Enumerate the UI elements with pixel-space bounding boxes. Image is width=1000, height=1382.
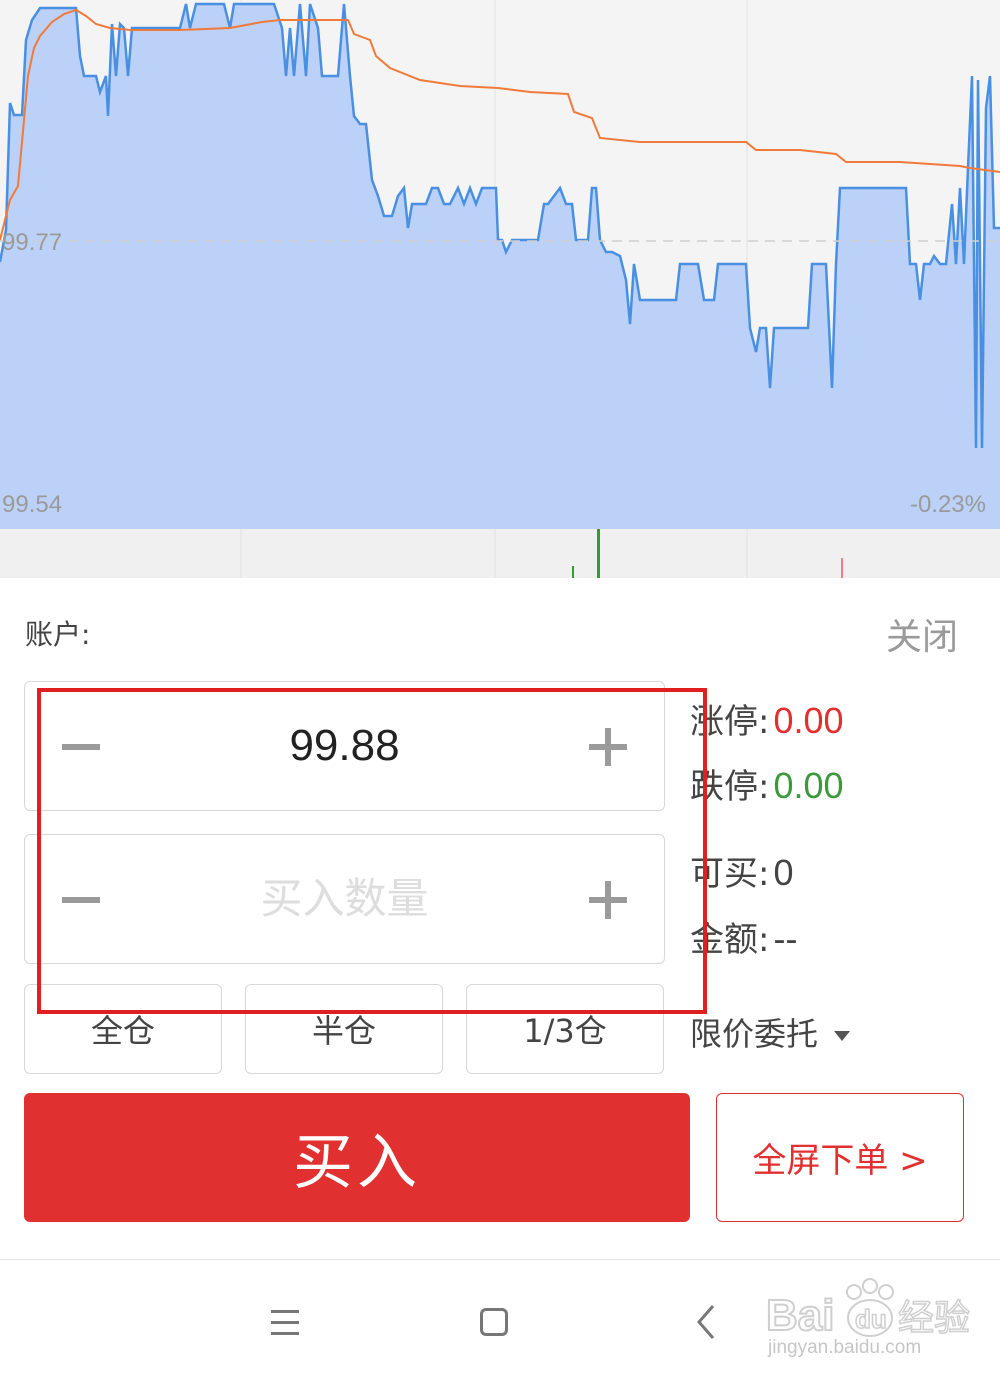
home-button[interactable]: [462, 1290, 526, 1354]
full-position-button[interactable]: 全仓: [24, 984, 222, 1074]
amount-info: 金额: --: [690, 912, 797, 961]
minus-icon: [62, 744, 100, 750]
order-type-dropdown[interactable]: 限价委托: [690, 1009, 851, 1055]
volume-pane: [0, 529, 1000, 578]
quantity-input[interactable]: [155, 835, 534, 963]
half-position-button[interactable]: 半仓: [245, 984, 443, 1074]
limit-up-label: 涨停:: [690, 702, 770, 742]
fullscreen-order-button[interactable]: 全屏下单 >: [716, 1093, 964, 1222]
quantity-decrease-button[interactable]: [45, 835, 145, 963]
nav-divider: [0, 1259, 1000, 1260]
menu-icon-line: [271, 1321, 299, 1324]
third-position-button[interactable]: 1/3仓: [466, 984, 664, 1074]
price-increase-button[interactable]: [544, 682, 644, 810]
prev-close-price-label: 99.77: [2, 229, 63, 256]
watermark-url: jingyan.baidu.com: [768, 1337, 922, 1358]
min-percent-label: -0.23%: [909, 491, 986, 518]
price-stepper: [24, 681, 665, 811]
menu-icon-line: [271, 1310, 299, 1313]
limit-down-info: 跌停: 0.00: [690, 759, 844, 808]
menu-icon-line: [271, 1332, 299, 1335]
home-icon: [480, 1308, 508, 1336]
back-icon: [697, 1305, 715, 1339]
chart-canvas: [0, 0, 1000, 578]
volume-bar: [572, 566, 574, 578]
account-label: 账户:: [25, 618, 91, 651]
intraday-chart[interactable]: 99.77 99.54 -0.23%: [0, 0, 1000, 578]
plus-icon-vertical: [605, 728, 611, 766]
limit-up-info: 涨停: 0.00: [690, 694, 844, 743]
plus-icon-vertical: [605, 881, 611, 919]
minus-icon: [62, 897, 100, 903]
amount-label: 金额:: [690, 920, 770, 960]
limit-down-value: 0.00: [773, 765, 844, 806]
watermark-brand-text: Bai: [766, 1291, 834, 1340]
price-input[interactable]: [155, 682, 534, 810]
watermark-brand-suffix: 经验: [898, 1298, 970, 1339]
limit-up-value: 0.00: [773, 700, 844, 741]
price-area-fill: [0, 4, 1000, 529]
close-button[interactable]: 关闭: [886, 608, 958, 660]
quantity-stepper: [24, 834, 665, 964]
buyable-value: 0: [773, 852, 794, 893]
price-decrease-button[interactable]: [45, 682, 145, 810]
buy-button[interactable]: 买入: [24, 1093, 690, 1222]
buyable-info: 可买: 0: [690, 846, 794, 895]
order-type-label: 限价委托: [690, 1015, 819, 1053]
amount-value: --: [773, 918, 798, 959]
volume-bar: [597, 529, 600, 578]
buyable-label: 可买:: [690, 854, 770, 894]
min-price-label: 99.54: [2, 491, 63, 518]
back-button[interactable]: [675, 1290, 739, 1354]
menu-button[interactable]: [253, 1290, 317, 1354]
watermark-brand-text2: du: [855, 1304, 887, 1334]
quantity-increase-button[interactable]: [544, 835, 644, 963]
volume-bar: [841, 558, 843, 578]
limit-down-label: 跌停:: [690, 767, 770, 807]
caret-down-icon: [834, 1031, 851, 1041]
